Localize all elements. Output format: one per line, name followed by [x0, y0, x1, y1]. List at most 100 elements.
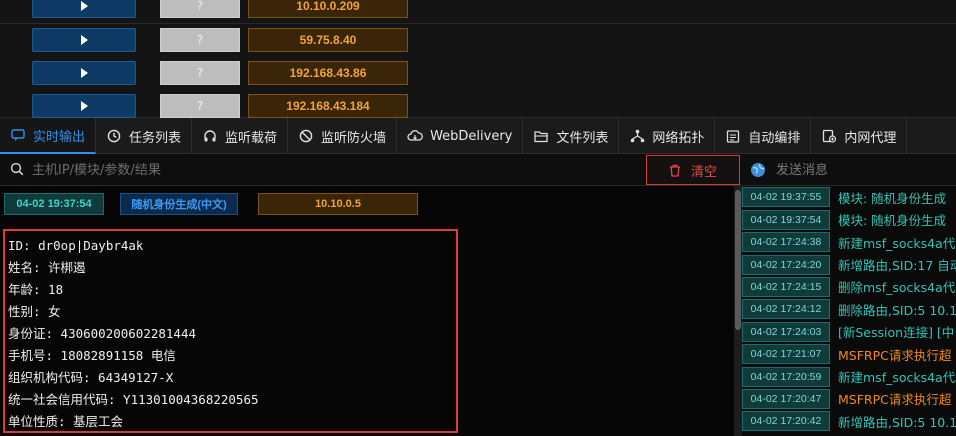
folder-icon [533, 128, 549, 144]
calendar-icon [725, 128, 741, 144]
log-time: 04-02 17:24:12 [742, 299, 830, 320]
message-log-list: 04-02 19:37:55 模块: 随机身份生成 04-02 19:37:54 模… [742, 186, 956, 436]
play-icon [80, 68, 88, 78]
output-header: 04-02 19:37:54 随机身份生成(中文) 10.10.0.5 [4, 193, 418, 215]
log-time: 04-02 17:20:47 [742, 388, 830, 409]
expand-session-button[interactable] [32, 61, 136, 85]
output-scrollbar[interactable] [734, 186, 742, 436]
tab-realtime-output[interactable]: 实时输出 [0, 118, 97, 154]
log-message: 新建msf_socks4a代 [838, 235, 956, 251]
tab-file-list[interactable]: 文件列表 [523, 118, 620, 154]
output-line: 统一社会信用代码: Y11301004368220565 [8, 392, 259, 407]
log-item[interactable]: 04-02 17:24:15 删除msf_socks4a代 [742, 276, 956, 298]
output-module-badge: 随机身份生成(中文) [120, 193, 238, 215]
log-time: 04-02 19:37:55 [742, 187, 830, 208]
search-box [0, 154, 646, 186]
tab-label: WebDelivery [430, 128, 513, 144]
session-row[interactable]: ? 10.10.0.209 [0, 0, 956, 24]
log-message: MSFRPC请求执行超 [838, 347, 952, 363]
play-icon [80, 101, 88, 111]
trash-icon [669, 164, 681, 177]
realtime-output-panel: 04-02 19:37:54 随机身份生成(中文) 10.10.0.5 ID: … [0, 186, 734, 436]
log-message: 模块: 随机身份生成 [838, 190, 947, 206]
expand-session-button[interactable] [32, 94, 136, 118]
log-time: 04-02 17:21:07 [742, 344, 830, 365]
search-icon [10, 161, 24, 180]
output-line: 性别: 女 [8, 304, 61, 319]
output-line: 姓名: 许梆遏 [8, 260, 86, 275]
session-ip: 59.75.8.40 [248, 28, 408, 52]
tab-label: 任务列表 [129, 130, 182, 146]
tab-label: 实时输出 [33, 129, 86, 145]
log-item[interactable]: 04-02 17:24:20 新增路由,SID:17 自动 [742, 254, 956, 276]
filter-bar: 清空 [0, 154, 956, 186]
network-icon [629, 128, 645, 144]
session-row[interactable]: ? 192.168.43.86 [0, 57, 956, 91]
expand-session-button[interactable] [32, 0, 136, 18]
send-message-box [744, 154, 956, 186]
proxy-icon [821, 128, 837, 144]
session-ip: 10.10.0.209 [248, 0, 408, 18]
log-time: 04-02 17:24:38 [742, 232, 830, 253]
log-item[interactable]: 04-02 17:20:59 新建msf_socks4a代 [742, 366, 956, 388]
log-item[interactable]: 04-02 19:37:54 模块: 随机身份生成 [742, 209, 956, 231]
clock-icon [106, 128, 122, 144]
log-item[interactable]: 04-02 17:24:12 删除路由,SID:5 10.1 [742, 298, 956, 320]
log-time: 04-02 17:24:03 [742, 321, 830, 342]
log-time: 04-02 19:37:54 [742, 209, 830, 230]
log-message: MSFRPC请求执行超 [838, 392, 952, 408]
tab-label: 内网代理 [844, 130, 897, 146]
log-message: 新增路由,SID:5 10.1 [838, 414, 956, 430]
log-message: 新增路由,SID:17 自动 [838, 258, 956, 274]
play-icon [80, 1, 88, 11]
output-line: 单位性质: 基层工会 [8, 414, 124, 429]
block-icon [298, 128, 314, 144]
log-time: 04-02 17:20:42 [742, 411, 830, 432]
os-unknown-badge: ? [160, 28, 240, 52]
log-item[interactable]: 04-02 17:20:42 新增路由,SID:5 10.1 [742, 410, 956, 432]
tab-intranet-proxy[interactable]: 内网代理 [811, 118, 908, 154]
log-message: 模块: 随机身份生成 [838, 213, 947, 229]
tab-label: 监听防火墙 [321, 130, 387, 146]
clear-button[interactable]: 清空 [646, 155, 740, 185]
output-line: 组织机构代码: 64349127-X [8, 370, 174, 385]
search-input[interactable] [32, 162, 632, 178]
log-time: 04-02 17:24:15 [742, 276, 830, 297]
log-message: 删除msf_socks4a代 [838, 280, 956, 296]
tab-webdelivery[interactable]: WebDelivery [397, 118, 524, 154]
tab-listener-firewall[interactable]: 监听防火墙 [288, 118, 398, 154]
output-result-box: ID: dr0op|Daybr4ak 姓名: 许梆遏 年龄: 18 性别: 女 … [3, 229, 458, 433]
log-time: 04-02 17:20:59 [742, 366, 830, 387]
scrollbar-thumb[interactable] [735, 190, 741, 330]
log-item[interactable]: 04-02 17:20:47 MSFRPC请求执行超 [742, 388, 956, 410]
log-time: 04-02 17:24:20 [742, 254, 830, 275]
tab-label: 自动编排 [748, 130, 801, 146]
output-ip-badge: 10.10.0.5 [258, 193, 418, 215]
output-line: ID: dr0op|Daybr4ak [8, 238, 144, 253]
output-time-badge: 04-02 19:37:54 [4, 193, 104, 215]
log-item[interactable]: 04-02 17:24:03 [新Session连接] [中 [742, 321, 956, 343]
tab-label: 网络拓扑 [652, 130, 705, 146]
session-ip: 192.168.43.86 [248, 61, 408, 85]
tab-auto-orchestration[interactable]: 自动编排 [715, 118, 812, 154]
log-message: 删除路由,SID:5 10.1 [838, 302, 956, 318]
tab-label: 监听载荷 [225, 130, 278, 146]
cloud-icon [407, 128, 423, 144]
tab-network-topology[interactable]: 网络拓扑 [619, 118, 716, 154]
clear-label: 清空 [690, 164, 717, 180]
expand-session-button[interactable] [32, 28, 136, 52]
os-unknown-badge: ? [160, 61, 240, 85]
tab-task-list[interactable]: 任务列表 [96, 118, 193, 154]
log-item[interactable]: 04-02 19:37:55 模块: 随机身份生成 [742, 186, 956, 208]
headphones-icon [202, 128, 218, 144]
os-unknown-badge: ? [160, 94, 240, 118]
session-row[interactable]: ? 59.75.8.40 [0, 24, 956, 58]
session-ip: 192.168.43.184 [248, 94, 408, 118]
log-item[interactable]: 04-02 17:24:38 新建msf_socks4a代 [742, 231, 956, 253]
log-item[interactable]: 04-02 17:21:07 MSFRPC请求执行超 [742, 343, 956, 365]
send-message-input[interactable] [776, 162, 956, 178]
tab-label: 文件列表 [556, 130, 609, 146]
tab-listener-payload[interactable]: 监听载荷 [192, 118, 289, 154]
os-unknown-badge: ? [160, 0, 240, 18]
session-row[interactable]: ? 192.168.43.184 [0, 90, 956, 118]
